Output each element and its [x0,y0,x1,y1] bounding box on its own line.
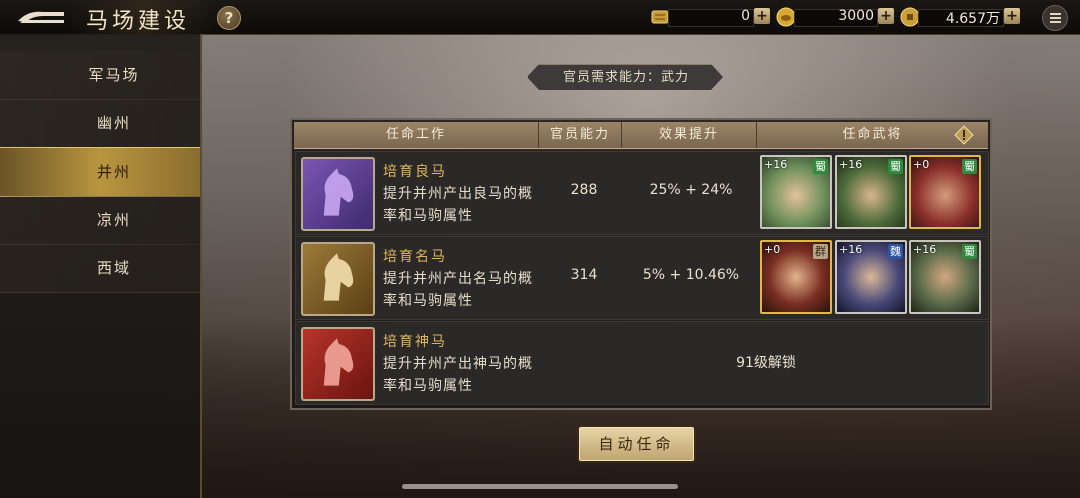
gold-ingot-icon [776,7,796,27]
table-header: 任命工作 官员能力 效果提升 任命武将 [294,122,988,149]
task-description: 提升并州产出名马的概率和马驹属性 [383,271,533,309]
add-resource-button[interactable]: + [754,8,770,24]
task-name: 培育神马 [383,334,447,350]
official-ability: 288 [570,182,598,198]
sidebar-item-liangzhou[interactable]: 凉州 [0,196,200,245]
task-name: 培育名马 [383,249,447,265]
add-resource-button[interactable]: + [1004,8,1020,24]
sidebar-item-youzhou[interactable]: 幽州 [0,99,200,148]
header-effect: 效果提升 [622,122,757,148]
appointment-table: 任命工作 官员能力 效果提升 任命武将 培育良马 提升并州产出良马的概率和马驹属… [290,118,992,410]
official-ability: 314 [570,267,598,283]
resource-scroll: 0 + [650,7,774,27]
header-ability: 官员能力 [539,122,622,148]
copper-coin-icon [900,7,920,27]
resource-gold: 3000 + [776,7,896,27]
scroll-token-icon [651,10,669,24]
red-horse-head-icon [301,327,375,401]
gold-horse-head-icon [301,242,375,316]
home-indicator[interactable] [402,484,678,489]
sidebar-item-bingzhou[interactable]: 并州 [0,147,200,197]
region-sidebar: 军马场 幽州 并州 凉州 西域 [0,34,202,498]
general-portrait[interactable]: +16 蜀 [760,155,832,229]
effect-bonus: 5% + 10.46% [642,267,740,283]
menu-list-button[interactable] [1042,5,1068,31]
table-row: 培育神马 提升并州产出神马的概率和马驹属性 91级解锁 [295,321,989,405]
general-portrait[interactable]: +0 蜀 [909,155,981,229]
add-resource-button[interactable]: + [878,8,894,24]
help-button[interactable]: ? [217,6,241,30]
unlock-requirement: 91级解锁 [736,355,796,371]
sidebar-item-junmachang[interactable]: 军马场 [0,51,200,100]
task-description: 提升并州产出神马的概率和马驹属性 [383,356,533,394]
exclamation-icon[interactable] [954,125,974,145]
resource-value: 0 [741,8,750,24]
top-bar: 马场建设 ? 0 + 3000 + 4.657万 + [0,0,1080,35]
task-description: 提升并州产出良马的概率和马驹属性 [383,186,533,224]
table-row: 培育名马 提升并州产出名马的概率和马驹属性 314 5% + 10.46% +0… [295,236,989,320]
requirement-banner: 官员需求能力：武力 [527,64,723,90]
resource-value: 4.657万 [945,11,1000,27]
back-arrow-icon[interactable] [14,6,68,28]
purple-horse-head-icon [301,157,375,231]
resource-value: 3000 [838,8,874,24]
general-portrait[interactable]: +16 蜀 [909,240,981,314]
table-row: 培育良马 提升并州产出良马的概率和马驹属性 288 25% + 24% +16 蜀… [295,151,989,235]
general-portrait[interactable]: +0 群 [760,240,832,314]
general-portrait[interactable]: +16 魏 [835,240,907,314]
effect-bonus: 25% + 24% [649,182,733,198]
task-name: 培育良马 [383,164,447,180]
page-title: 马场建设 [86,9,191,34]
resource-coin: 4.657万 + [900,7,1022,27]
general-portrait[interactable]: +16 蜀 [835,155,907,229]
sidebar-item-xiyu[interactable]: 西域 [0,244,200,293]
header-task: 任命工作 [294,122,539,148]
auto-appoint-button[interactable]: 自动任命 [579,427,694,461]
